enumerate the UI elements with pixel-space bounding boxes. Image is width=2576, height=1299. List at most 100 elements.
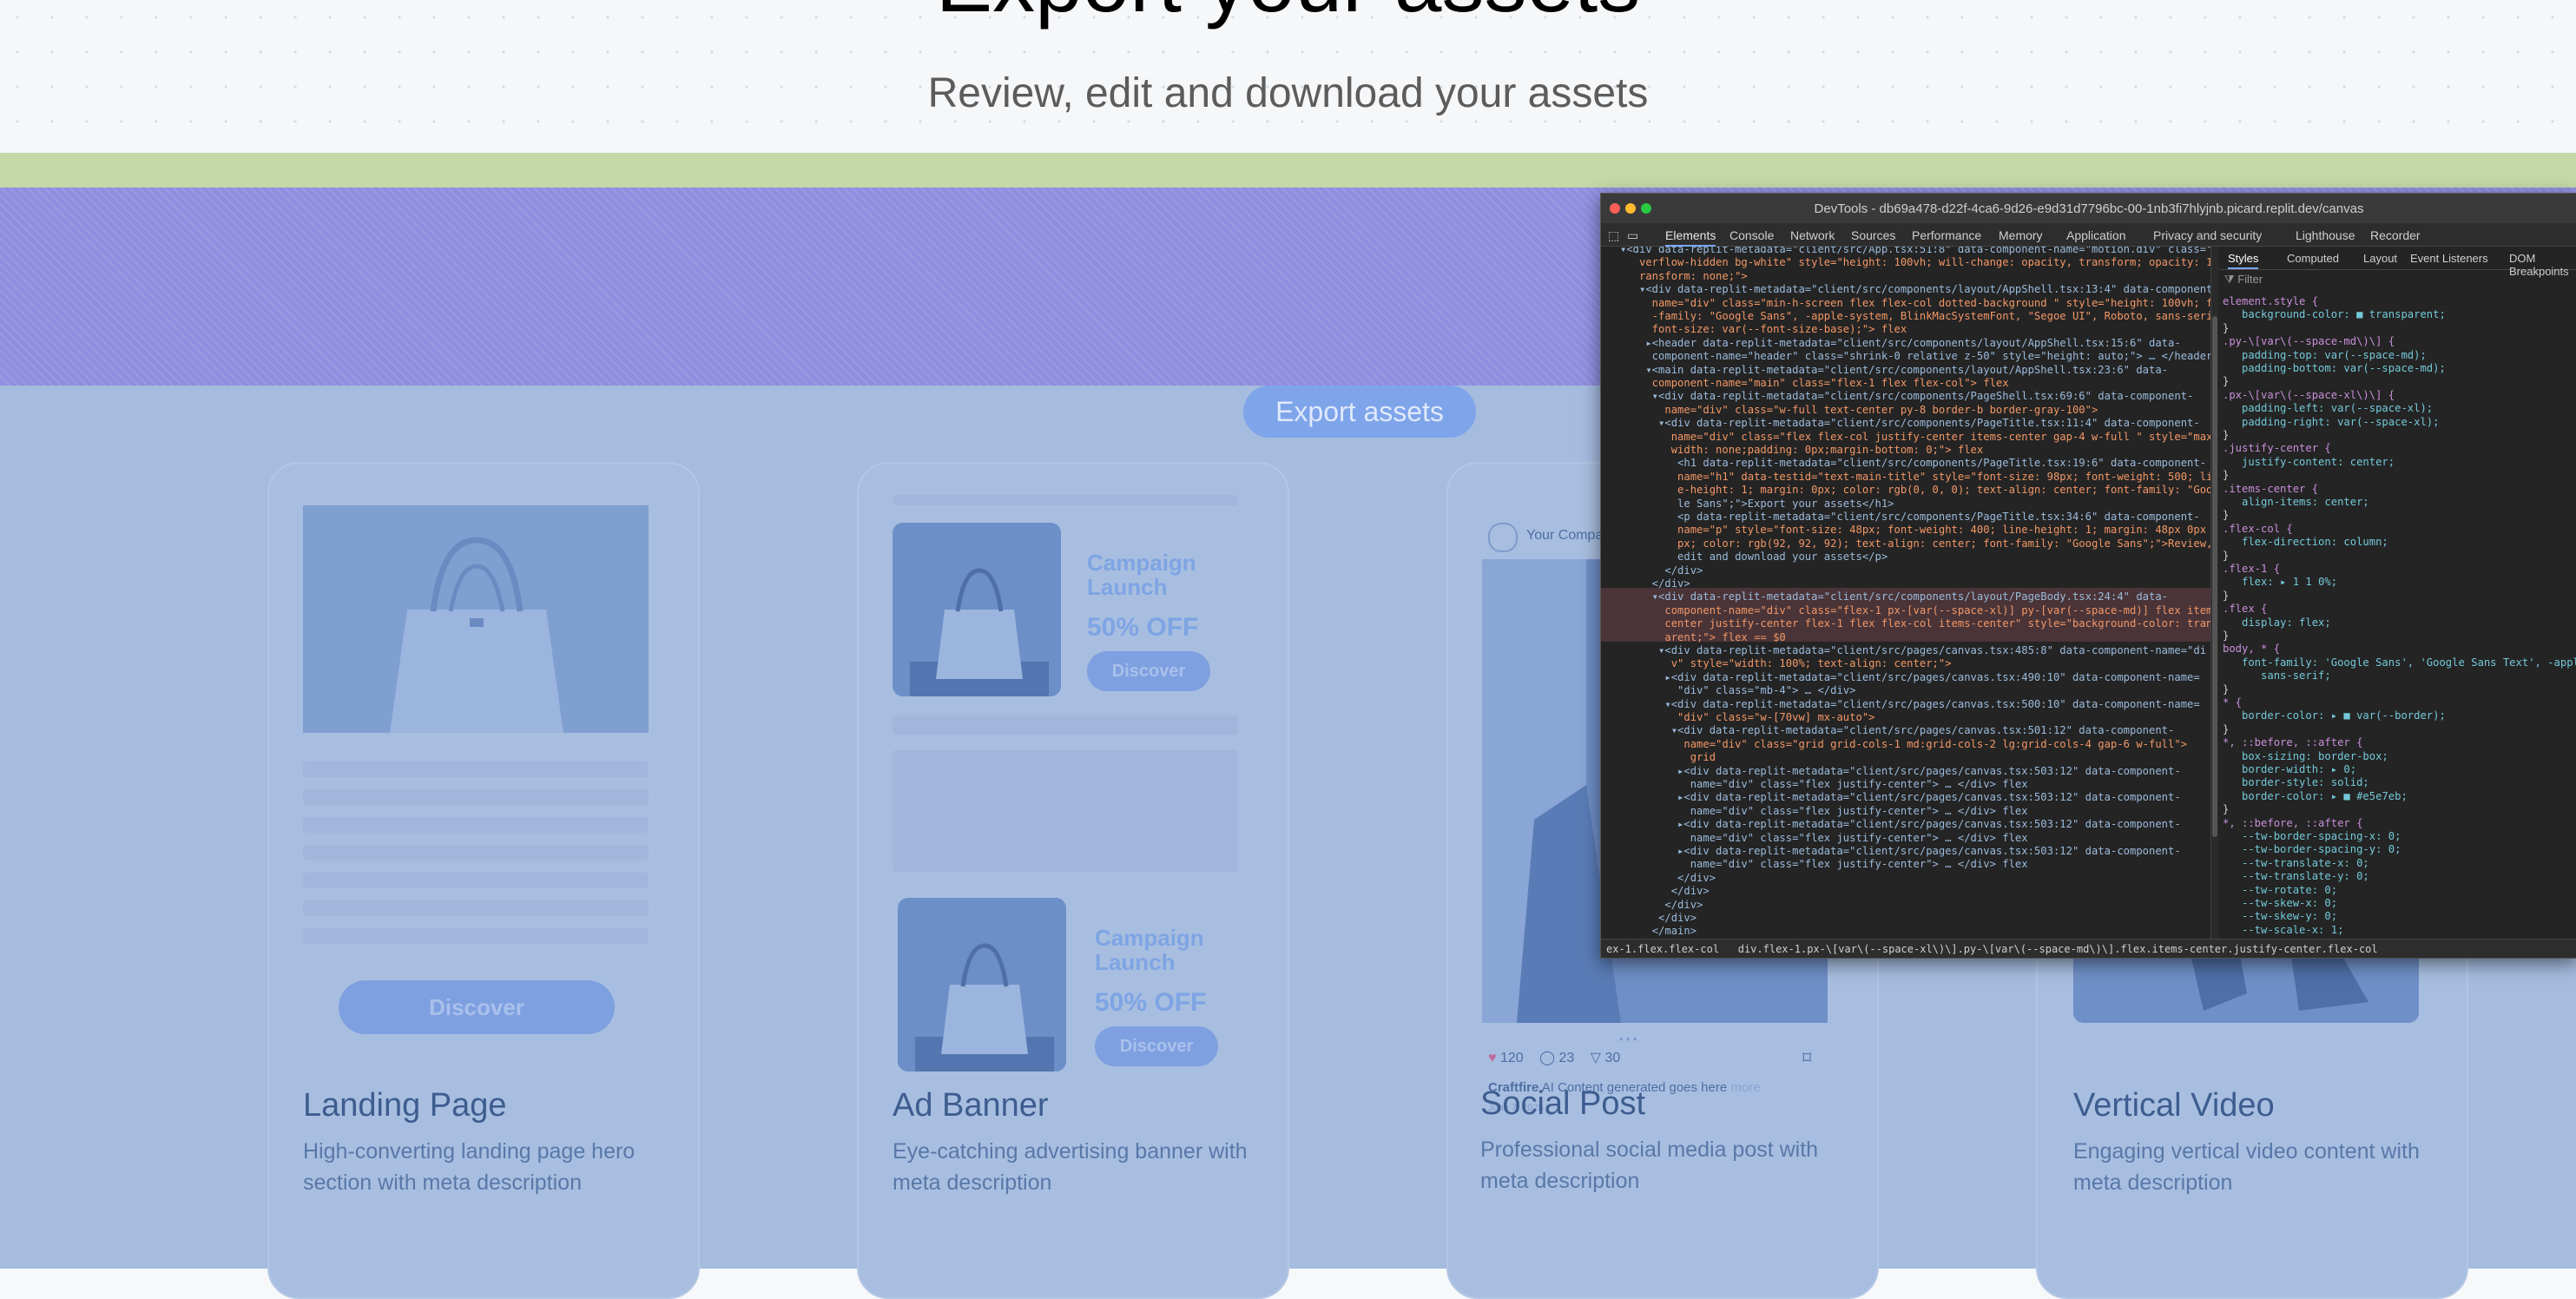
dom-node-line[interactable]: center justify-center flex-1 flex flex-c… xyxy=(1620,617,2210,630)
css-rule-line[interactable]: .px-\[var\(--space-xl\)\] { xyxy=(2223,389,2395,402)
share-icon[interactable]: ▽ xyxy=(1591,1051,1601,1065)
css-rule-line[interactable]: } xyxy=(2223,590,2229,603)
dom-node-line[interactable]: "div" class="w-[70vw] mx-auto"> xyxy=(1620,711,1874,724)
css-rule-line[interactable]: } xyxy=(2223,550,2229,563)
tab-privacy-security[interactable]: Privacy and security xyxy=(2153,228,2262,242)
ad-discover-button[interactable]: Discover xyxy=(1095,1026,1218,1066)
dom-node-line[interactable]: name="div" class="flex justify-center"> … xyxy=(1620,805,2028,818)
dom-node-line[interactable]: </div> xyxy=(1620,577,1690,590)
dom-node-line[interactable]: font-size: var(--font-size-base);"> flex xyxy=(1620,323,1907,336)
breadcrumb-path[interactable]: ex-1.flex.flex-col div.flex-1.px-\[var\(… xyxy=(1606,943,2378,955)
css-rule-line[interactable]: --tw-border-spacing-x: 0; xyxy=(2223,830,2401,843)
dom-node-line[interactable]: name="div" class="min-h-screen flex flex… xyxy=(1620,297,2210,310)
tab-memory[interactable]: Memory xyxy=(1999,228,2043,242)
css-rule-line[interactable]: --tw-rotate: 0; xyxy=(2223,884,2337,897)
ad-discover-button[interactable]: Discover xyxy=(1087,651,1210,691)
devtools-titlebar[interactable]: DevTools - db69a478-d22f-4ca6-9d26-e9d31… xyxy=(1601,194,2576,223)
css-rule-line[interactable]: } xyxy=(2223,429,2229,442)
css-rule-line[interactable]: background-color: ■ transparent; xyxy=(2223,308,2446,321)
css-rule-line[interactable]: .justify-center { xyxy=(2223,442,2331,455)
dom-node-line[interactable]: </div> xyxy=(1620,872,1716,885)
css-rule-line[interactable]: } xyxy=(2223,803,2229,816)
css-rule-line[interactable]: } xyxy=(2223,683,2229,696)
dom-node-line[interactable]: ▸<div data-replit-metadata="client/src/p… xyxy=(1620,765,2181,778)
css-rule-line[interactable]: border-style: solid; xyxy=(2223,776,2369,789)
devtools-window[interactable]: DevTools - db69a478-d22f-4ca6-9d26-e9d31… xyxy=(1600,193,2576,959)
dom-node-line[interactable]: ▾<div data-replit-metadata="client/src/c… xyxy=(1620,390,2194,403)
dom-node-line[interactable]: ▸<div data-replit-metadata="client/src/p… xyxy=(1620,845,2181,858)
css-rule-line[interactable]: * { xyxy=(2223,696,2242,709)
dom-node-line[interactable]: </main> xyxy=(1620,925,1696,938)
dom-node-line[interactable]: name="div" class="flex justify-center"> … xyxy=(1620,778,2028,791)
dom-node-line[interactable]: name="div" class="flex justify-center"> … xyxy=(1620,858,2028,871)
dom-node-line[interactable]: edit and download your assets</p> xyxy=(1620,551,1888,564)
dom-node-line[interactable]: e-height: 1; margin: 0px; color: rgb(0, … xyxy=(1620,484,2210,497)
css-rule-line[interactable]: .flex { xyxy=(2223,603,2267,616)
dom-node-line[interactable]: ransform: none;"> xyxy=(1620,270,1748,283)
css-rule-line[interactable]: --tw-translate-y: 0; xyxy=(2223,870,2369,883)
tab-performance[interactable]: Performance xyxy=(1912,228,1981,242)
dom-node-line[interactable]: component-name="div" class="flex-1 px-[v… xyxy=(1620,604,2210,617)
css-rule-line[interactable]: justify-content: center; xyxy=(2223,456,2395,469)
elements-panel[interactable]: ▾<div data-replit-metadata="client/src/A… xyxy=(1601,247,2210,939)
css-rule-line[interactable]: border-color: ▸ ■ var(--border); xyxy=(2223,709,2446,722)
styles-pane[interactable]: Styles Computed Layout Event Listeners D… xyxy=(2219,247,2576,939)
css-rule-line[interactable]: body, * { xyxy=(2223,643,2280,656)
dom-node-line[interactable]: name="div" class="flex flex-col justify-… xyxy=(1620,431,2210,444)
css-rule-line[interactable]: border-width: ▸ 0; xyxy=(2223,763,2356,776)
elements-scrollbar[interactable] xyxy=(2210,247,2218,939)
dom-node-line[interactable]: name="p" style="font-size: 48px; font-we… xyxy=(1620,524,2210,537)
css-rule-line[interactable]: padding-right: var(--space-xl); xyxy=(2223,416,2439,429)
tab-network[interactable]: Network xyxy=(1790,228,1835,242)
dom-node-line[interactable]: name="div" class="flex justify-center"> … xyxy=(1620,832,2028,845)
tab-styles[interactable]: Styles xyxy=(2228,252,2259,270)
css-rule-line[interactable]: sans-serif; xyxy=(2223,669,2331,682)
tab-sources[interactable]: Sources xyxy=(1851,228,1895,242)
dom-node-line[interactable]: ▾<div data-replit-metadata="client/src/A… xyxy=(1620,247,2210,256)
dom-node-line[interactable]: ▾<div data-replit-metadata="client/src/p… xyxy=(1620,644,2206,657)
dom-node-line[interactable]: arent;"> flex == $0 xyxy=(1620,631,1785,644)
styles-filter-input[interactable]: ⧩ Filter xyxy=(2224,273,2572,290)
css-rule-line[interactable]: } xyxy=(2223,322,2229,335)
dom-node-line[interactable]: name="div" class="w-full text-center py-… xyxy=(1620,404,2098,417)
tab-event-listeners[interactable]: Event Listeners xyxy=(2410,252,2488,265)
css-rule-line[interactable]: padding-bottom: var(--space-md); xyxy=(2223,362,2446,375)
discover-button[interactable]: Discover xyxy=(339,980,615,1034)
dom-node-line[interactable]: </div> xyxy=(1620,564,1703,577)
dom-node-line[interactable]: px; color: rgb(92, 92, 92); text-align: … xyxy=(1620,537,2210,551)
dom-node-line[interactable]: </div> xyxy=(1620,899,1703,912)
dom-node-line[interactable]: </div> xyxy=(1620,912,1696,925)
dom-node-line[interactable]: ▾<div data-replit-metadata="client/src/c… xyxy=(1620,590,2168,603)
css-rule-line[interactable]: --tw-skew-x: 0; xyxy=(2223,897,2337,910)
tab-application[interactable]: Application xyxy=(2066,228,2126,242)
css-rule-line[interactable]: display: flex; xyxy=(2223,617,2331,630)
tab-console[interactable]: Console xyxy=(1729,228,1774,242)
dom-node-line[interactable]: ▾<div data-replit-metadata="client/src/c… xyxy=(1620,283,2210,296)
css-rule-line[interactable]: --tw-translate-x: 0; xyxy=(2223,857,2369,870)
elements-breadcrumb[interactable]: ex-1.flex.flex-col div.flex-1.px-\[var\(… xyxy=(1601,939,2576,958)
scrollbar-thumb[interactable] xyxy=(2212,316,2217,837)
dom-node-line[interactable]: </div> xyxy=(1620,885,1710,898)
css-rule-line[interactable]: --tw-border-spacing-y: 0; xyxy=(2223,843,2401,856)
dom-node-line[interactable]: -family: "Google Sans", -apple-system, B… xyxy=(1620,310,2210,323)
dom-node-line[interactable]: ▾<div data-replit-metadata="client/src/p… xyxy=(1620,698,2199,711)
tab-elements[interactable]: Elements xyxy=(1665,228,1716,247)
dom-node-line[interactable]: width: none;padding: 0px;margin-bottom: … xyxy=(1620,444,1984,457)
css-rule-line[interactable]: } xyxy=(2223,509,2229,522)
dom-node-line[interactable]: name="h1" data-testid="text-main-title" … xyxy=(1620,471,2210,484)
css-rule-line[interactable]: box-sizing: border-box; xyxy=(2223,750,2388,763)
css-rule-line[interactable]: } xyxy=(2223,469,2229,482)
css-rule-line[interactable]: padding-top: var(--space-md); xyxy=(2223,349,2427,362)
ad-banner-card[interactable]: Campaign Launch 50% OFF Discover Campaig… xyxy=(857,462,1289,1299)
export-assets-button[interactable]: Export assets xyxy=(1243,386,1476,438)
dom-node-line[interactable]: "div" class="mb-4"> … </div> xyxy=(1620,684,1855,697)
css-rule-line[interactable]: --tw-skew-y: 0; xyxy=(2223,910,2337,923)
css-rule-line[interactable]: font-family: 'Google Sans', 'Google Sans… xyxy=(2223,656,2576,669)
css-rule-line[interactable]: flex-direction: column; xyxy=(2223,536,2388,549)
dom-node-line[interactable]: component-name="main" class="flex-1 flex… xyxy=(1620,377,2009,390)
tab-recorder[interactable]: Recorder xyxy=(2370,228,2421,242)
tab-computed[interactable]: Computed xyxy=(2287,252,2339,265)
css-rule-line[interactable]: } xyxy=(2223,630,2229,643)
dom-node-line[interactable]: name="div" class="grid grid-cols-1 md:gr… xyxy=(1620,738,2187,751)
css-rule-line[interactable]: *, ::before, ::after { xyxy=(2223,736,2362,749)
